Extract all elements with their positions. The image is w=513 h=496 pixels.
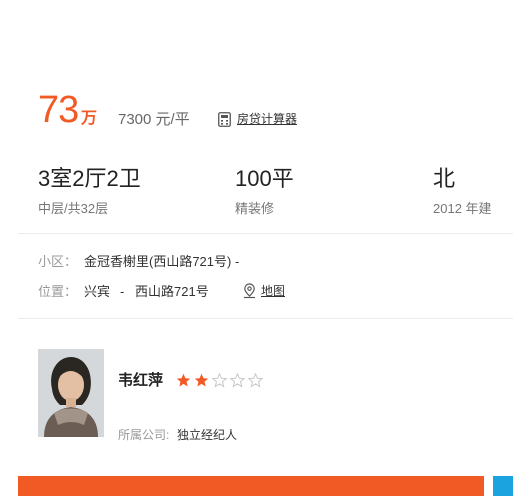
star-empty-icon <box>230 373 245 388</box>
decoration-info: 精装修 <box>235 201 275 216</box>
star-filled-icon <box>194 373 209 387</box>
company-label: 所属公司: <box>118 428 170 442</box>
map-label: 地图 <box>261 284 286 298</box>
contact-agent-bar[interactable] <box>18 476 484 496</box>
layout-value: 3室2厅2卫 <box>38 166 141 191</box>
calculator-icon <box>218 111 231 127</box>
orientation-value: 北 <box>433 166 456 191</box>
map-pin-icon <box>244 283 255 299</box>
company-name: 独立经纪人 <box>177 428 238 442</box>
agent-photo <box>38 349 104 437</box>
agent-name: 韦红萍 <box>118 372 164 389</box>
divider <box>18 318 513 319</box>
location-district: 兴宾 <box>84 284 111 299</box>
community-label: 小区： <box>38 254 78 269</box>
location-street: 西山路721号 <box>135 284 209 299</box>
floor-info: 中层/共32层 <box>38 201 109 216</box>
mortgage-calculator-label: 房贷计算器 <box>237 112 298 126</box>
map-link[interactable]: 地图 <box>243 283 285 299</box>
area-value: 100平 <box>235 166 294 191</box>
agent-avatar[interactable] <box>38 349 104 437</box>
mortgage-calculator-link[interactable]: 房贷计算器 <box>218 111 297 127</box>
unit-price: 7300 元/平 <box>118 111 190 128</box>
total-price-unit: 万 <box>81 110 98 127</box>
divider <box>18 233 513 234</box>
star-filled-icon <box>176 373 191 387</box>
chat-bar[interactable] <box>493 476 513 496</box>
location-separator: - <box>120 284 125 299</box>
location-label: 位置： <box>38 284 78 299</box>
community-link[interactable]: 金冠香榭里(西山路721号) - <box>84 254 239 270</box>
agent-rating <box>176 373 263 388</box>
total-price: 73 <box>38 89 79 131</box>
star-empty-icon <box>248 373 263 388</box>
star-empty-icon <box>212 373 227 388</box>
build-year: 2012 年建 <box>433 201 492 216</box>
